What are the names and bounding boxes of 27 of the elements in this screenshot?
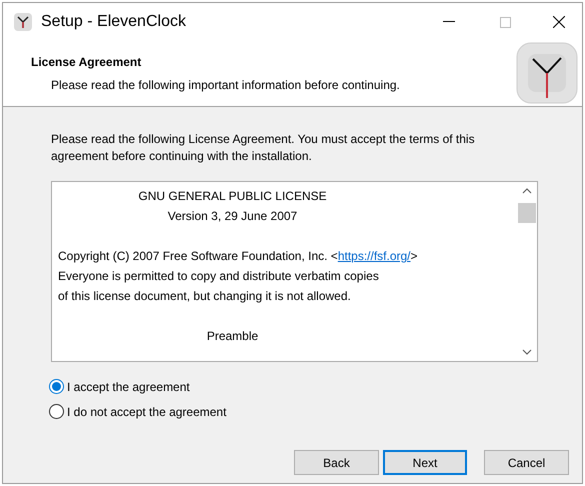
dialog-button[interactable]: Cancel (484, 450, 569, 475)
radio-option[interactable]: I do not accept the agreement (49, 403, 226, 420)
instruction-text: Please read the following License Agreement. You must accept the terms of this agreement before continuing with the installation. (51, 131, 476, 165)
window-title: Setup - ElevenClock (41, 12, 186, 32)
license-line: GNU GENERAL PUBLIC LICENSE (138, 189, 327, 203)
app-icon (13, 12, 33, 32)
scroll-thumb[interactable] (518, 203, 536, 223)
dialog-button[interactable]: Next (383, 450, 467, 475)
radio-option[interactable]: I accept the agreement (49, 378, 190, 395)
license-line: > (410, 249, 418, 263)
radio-button[interactable] (49, 404, 64, 419)
clock-icon (516, 41, 578, 105)
maximize-icon (500, 16, 510, 28)
minimize-icon (443, 21, 455, 23)
website-link[interactable]: https://fsf.org/ (338, 249, 411, 263)
scroll-down-icon[interactable] (522, 349, 532, 355)
close-icon (553, 16, 565, 28)
license-line: Preamble (206, 329, 258, 343)
license-line: Everyone is permitted to copy and distribute verbatim copies (58, 269, 379, 283)
license-line: Version 3, 29 June 2007 (168, 209, 298, 223)
license-line: of this license document, but changing it is not allowed. (58, 289, 351, 303)
license-line: Copyright (C) 2007 Free Software Foundation, Inc. < (58, 249, 338, 263)
dialog-button[interactable]: Back (294, 450, 379, 475)
page-title: License Agreement (31, 54, 142, 71)
page-subtitle: Please read the following important information before continuing. (50, 77, 401, 94)
scroll-up-icon[interactable] (522, 188, 532, 194)
radio-button[interactable] (49, 379, 64, 394)
